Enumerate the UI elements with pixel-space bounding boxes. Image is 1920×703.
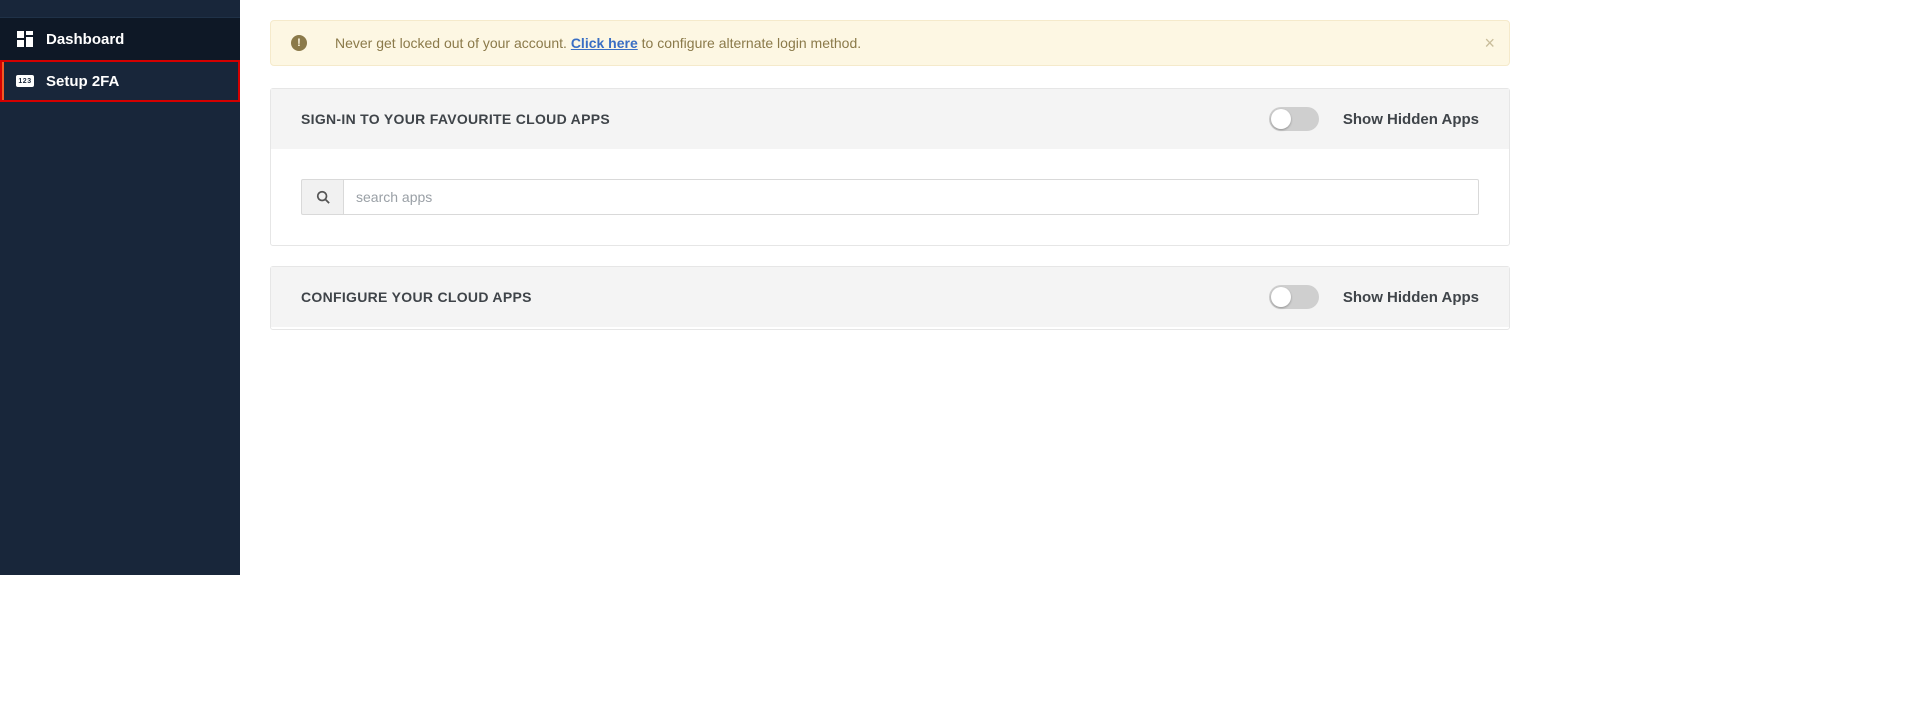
- alert-text: Never get locked out of your account. Cl…: [335, 35, 861, 51]
- panel-configure-cloud-apps: CONFIGURE YOUR CLOUD APPS Show Hidden Ap…: [270, 266, 1510, 330]
- panel-title: SIGN-IN TO YOUR FAVOURITE CLOUD APPS: [301, 111, 610, 127]
- panel-header-actions: Show Hidden Apps: [1269, 107, 1479, 131]
- panel-body: [271, 149, 1509, 245]
- toggle-knob: [1271, 109, 1291, 129]
- toggle-show-hidden-apps-signin[interactable]: [1269, 107, 1319, 131]
- sidebar-header-spacer: [0, 0, 240, 18]
- close-icon[interactable]: ×: [1484, 34, 1495, 52]
- alert-banner: ! Never get locked out of your account. …: [270, 20, 1510, 66]
- panel-header-actions: Show Hidden Apps: [1269, 285, 1479, 309]
- panel-header: CONFIGURE YOUR CLOUD APPS Show Hidden Ap…: [271, 267, 1509, 327]
- sidebar-item-dashboard[interactable]: Dashboard: [0, 18, 240, 60]
- toggle-knob: [1271, 287, 1291, 307]
- toggle-show-hidden-apps-configure[interactable]: [1269, 285, 1319, 309]
- search-input[interactable]: [343, 179, 1479, 215]
- alert-link[interactable]: Click here: [571, 35, 638, 51]
- otp-badge-icon: 123: [16, 72, 34, 90]
- dashboard-icon: [16, 30, 34, 48]
- info-icon: !: [291, 35, 307, 51]
- panel-title: CONFIGURE YOUR CLOUD APPS: [301, 289, 532, 305]
- sidebar-item-setup-2fa[interactable]: 123 Setup 2FA: [0, 60, 240, 102]
- panel-header: SIGN-IN TO YOUR FAVOURITE CLOUD APPS Sho…: [271, 89, 1509, 149]
- toggle-label: Show Hidden Apps: [1343, 111, 1479, 128]
- search-apps: [301, 179, 1479, 215]
- main-content: ! Never get locked out of your account. …: [240, 0, 1540, 575]
- search-icon: [301, 179, 343, 215]
- panel-body: [271, 327, 1509, 329]
- panel-signin-cloud-apps: SIGN-IN TO YOUR FAVOURITE CLOUD APPS Sho…: [270, 88, 1510, 246]
- sidebar-item-label: Setup 2FA: [46, 73, 119, 90]
- sidebar-item-label: Dashboard: [46, 31, 124, 48]
- sidebar: Dashboard 123 Setup 2FA: [0, 0, 240, 575]
- toggle-label: Show Hidden Apps: [1343, 289, 1479, 306]
